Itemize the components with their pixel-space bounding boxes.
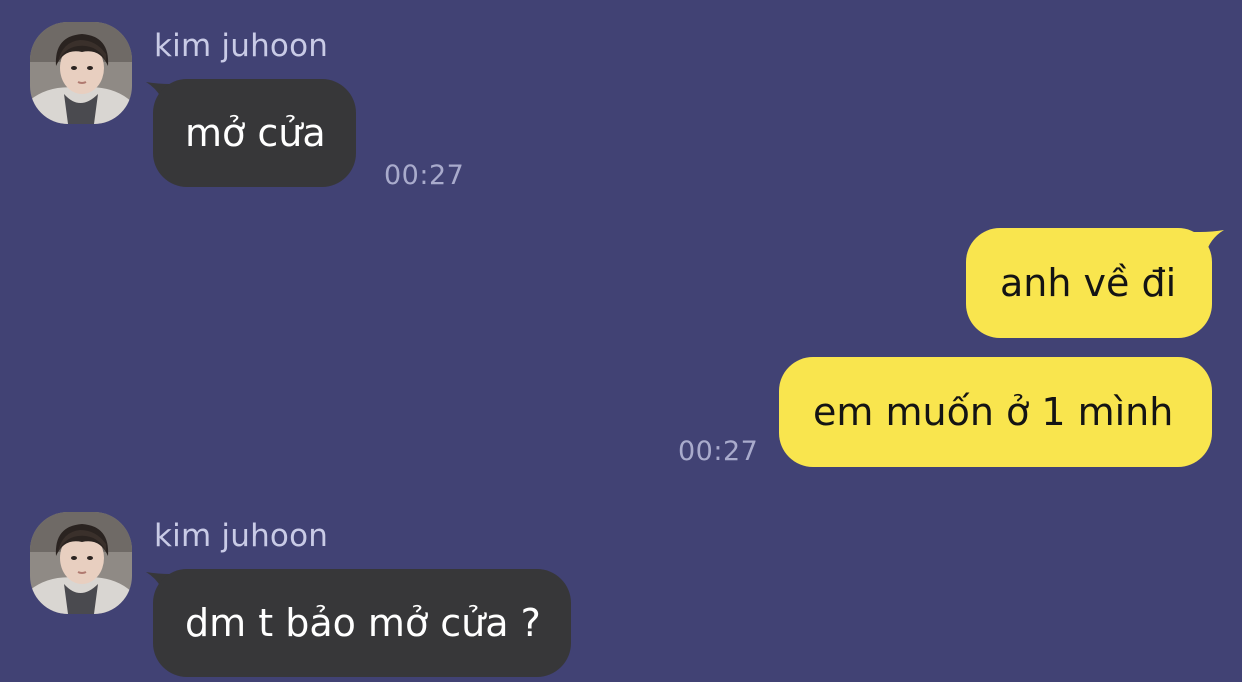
message-text: em muốn ở 1 mình <box>813 390 1174 434</box>
sender-name: kim juhoon <box>154 518 329 554</box>
message-text: dm t bảo mở cửa ? <box>185 601 541 645</box>
avatar-photo-icon <box>30 22 132 124</box>
sender-name: kim juhoon <box>154 28 329 64</box>
message-bubble-outgoing[interactable]: em muốn ở 1 mình <box>779 357 1212 467</box>
message-timestamp: 00:27 <box>678 436 759 467</box>
message-bubble-outgoing[interactable]: anh về đi <box>966 228 1212 338</box>
sender-avatar[interactable] <box>30 22 132 124</box>
message-timestamp: 00:27 <box>384 160 465 191</box>
avatar-photo-icon <box>30 512 132 614</box>
message-text: mở cửa <box>185 111 326 155</box>
chat-view: kim juhoon mở cửa 00:27 anh về đi em muố… <box>0 0 1242 682</box>
sender-avatar[interactable] <box>30 512 132 614</box>
message-bubble-incoming[interactable]: mở cửa <box>153 79 356 187</box>
message-text: anh về đi <box>1000 261 1177 305</box>
message-bubble-incoming[interactable]: dm t bảo mở cửa ? <box>153 569 571 677</box>
